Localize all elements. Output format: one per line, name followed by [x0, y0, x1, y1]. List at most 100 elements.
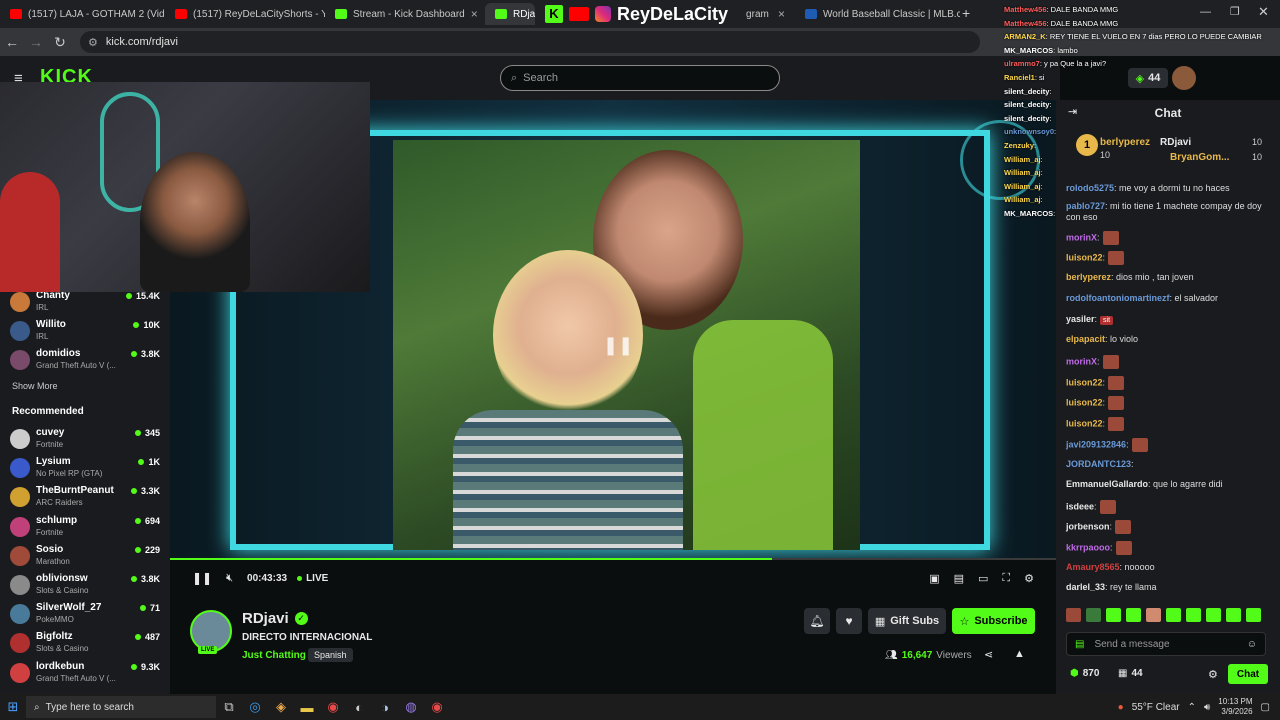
- chat-username[interactable]: morinX: [1066, 356, 1097, 366]
- chat-username[interactable]: berlyperez: [1066, 272, 1111, 282]
- chat-username[interactable]: darlel_33: [1066, 582, 1105, 592]
- emote-icon[interactable]: [1126, 608, 1141, 622]
- taskbar-search-input[interactable]: ⌕ Type here to search: [26, 696, 216, 718]
- collapse-chat-icon[interactable]: ⇥: [1068, 105, 1077, 118]
- emote-icon[interactable]: [1186, 608, 1201, 622]
- emote-icon[interactable]: [1226, 608, 1241, 622]
- edge-icon[interactable]: ◎: [242, 694, 268, 720]
- chat-username[interactable]: luison22: [1066, 252, 1103, 262]
- search-input[interactable]: ⌕ Search: [500, 65, 780, 91]
- windows-start-icon[interactable]: ⊞: [0, 694, 26, 720]
- browser-tab-active[interactable]: RDjavi: [485, 3, 535, 25]
- sidebar-channel[interactable]: Bigfoltz Slots & Casino 487: [10, 629, 160, 657]
- sidebar-channel[interactable]: schlump Fortnite 694: [10, 513, 160, 541]
- gift-count[interactable]: ▦ 44: [1118, 668, 1143, 679]
- file-explorer-icon[interactable]: ▬: [294, 694, 320, 720]
- chat-username[interactable]: Amaury8565: [1066, 562, 1120, 572]
- chat-username[interactable]: kkrrpaooo: [1066, 542, 1110, 552]
- streamer-name[interactable]: RDjavi: [242, 610, 289, 627]
- chat-username[interactable]: javi209132846: [1066, 439, 1126, 449]
- emote-icon[interactable]: [1166, 608, 1181, 622]
- sidebar-channel[interactable]: Willito IRL 10K: [10, 317, 160, 345]
- site-info-icon[interactable]: ⚙: [88, 36, 98, 49]
- chat-identity-icon[interactable]: ▤: [1075, 639, 1084, 650]
- notifications-button[interactable]: 🔔︎: [804, 608, 830, 634]
- show-more-link[interactable]: Show More: [12, 381, 58, 391]
- sidebar-channel[interactable]: SilverWolf_27 PokeMMO 71: [10, 600, 160, 628]
- chat-username[interactable]: isdeee: [1066, 501, 1094, 511]
- close-window-icon[interactable]: ✕: [1258, 4, 1269, 20]
- browser-tab[interactable]: Stream - Kick Dashboard ×: [325, 3, 485, 25]
- sidebar-channel[interactable]: Sosio Marathon 229: [10, 542, 160, 570]
- emote-icon[interactable]: [1206, 608, 1221, 622]
- sidebar-channel[interactable]: Lysium No Pixel RP (GTA) 1K: [10, 454, 160, 482]
- clip-icon[interactable]: ▤: [954, 572, 964, 585]
- chat-username[interactable]: morinX: [1066, 232, 1097, 242]
- browser-tab[interactable]: (1517) ReyDeLaCityShorts - You ×: [165, 3, 325, 25]
- chat-username[interactable]: pablo727: [1066, 201, 1105, 211]
- browser-tab[interactable]: K ReyDeLaCity gram ×: [535, 3, 795, 25]
- url-field[interactable]: ⚙ kick.com/rdjavi: [80, 31, 980, 53]
- notification-button[interactable]: ◈ 44: [1128, 68, 1168, 88]
- gifter-name[interactable]: BryanGom...: [1170, 152, 1229, 163]
- sidebar-channel[interactable]: oblivionsw Slots & Casino 3.8K: [10, 571, 160, 599]
- fullscreen-icon[interactable]: ⛶: [1002, 572, 1010, 585]
- volume-icon[interactable]: 🔊︎: [1204, 702, 1210, 713]
- chat-username[interactable]: elpapacit: [1066, 334, 1105, 344]
- chat-send-button[interactable]: Chat: [1228, 664, 1268, 684]
- discord-icon[interactable]: ◍: [398, 694, 424, 720]
- back-icon[interactable]: ←: [0, 30, 24, 54]
- emote-icon[interactable]: [1106, 608, 1121, 622]
- steam-icon[interactable]: ◑: [372, 694, 398, 720]
- chat-username[interactable]: luison22: [1066, 377, 1103, 387]
- browser-tab[interactable]: World Baseball Classic | MLB.co ×: [795, 3, 960, 25]
- browser-tab[interactable]: (1517) LAJA - GOTHAM 2 (Vide ×: [0, 3, 165, 25]
- chat-username[interactable]: luison22: [1066, 397, 1103, 407]
- obs-icon[interactable]: ◐: [346, 694, 372, 720]
- mute-icon[interactable]: 🔇︎: [226, 572, 233, 585]
- chrome-icon[interactable]: ◉: [424, 694, 450, 720]
- top-gifter-name[interactable]: berlyperez: [1100, 137, 1150, 148]
- chat-username[interactable]: jorbenson: [1066, 521, 1110, 531]
- chat-username[interactable]: luison22: [1066, 418, 1103, 428]
- emote-icon[interactable]: [1146, 608, 1161, 622]
- channel-points[interactable]: ⬢ 870: [1070, 668, 1099, 679]
- close-tab-icon[interactable]: ×: [778, 7, 785, 21]
- sidebar-channel[interactable]: TheBurntPeanut ARC Raiders 3.3K: [10, 483, 160, 511]
- report-icon[interactable]: ▲: [1014, 648, 1025, 660]
- category-link[interactable]: Just Chatting: [242, 650, 306, 661]
- close-tab-icon[interactable]: ×: [471, 7, 478, 21]
- tray-chevron-icon[interactable]: ⌃: [1188, 702, 1196, 713]
- emote-icon[interactable]: [1246, 608, 1261, 622]
- emote-icon[interactable]: [1066, 608, 1081, 622]
- chat-username[interactable]: EmmanuelGallardo: [1066, 479, 1148, 489]
- reload-icon[interactable]: ↻: [48, 30, 72, 54]
- weather-text[interactable]: 55°F Clear: [1132, 702, 1180, 713]
- minimize-icon[interactable]: —: [1200, 6, 1211, 18]
- chrome-icon[interactable]: ◉: [320, 694, 346, 720]
- task-view-icon[interactable]: ⧉: [216, 694, 242, 720]
- gift-subs-button[interactable]: ▦ Gift Subs: [868, 608, 946, 634]
- sidebar-channel[interactable]: domidios Grand Theft Auto V (... 3.8K: [10, 346, 160, 374]
- pause-overlay-icon[interactable]: ❚❚: [603, 335, 633, 356]
- emoji-icon[interactable]: ☺: [1247, 639, 1257, 650]
- pause-icon[interactable]: ❚❚: [192, 571, 212, 585]
- photos-icon[interactable]: ◈: [268, 694, 294, 720]
- sidebar-channel[interactable]: Chanty IRL 15.4K: [10, 288, 160, 316]
- gifter-name[interactable]: RDjavi: [1160, 137, 1191, 148]
- chat-settings-icon[interactable]: ⚙: [1208, 668, 1218, 681]
- clock[interactable]: 10:13 PM 3/9/2026: [1218, 697, 1252, 717]
- share-icon[interactable]: ⋖: [984, 648, 993, 661]
- emote-icon[interactable]: [1086, 608, 1101, 622]
- subscribe-button[interactable]: ☆ Subscribe: [952, 608, 1035, 634]
- sidebar-channel[interactable]: cuvey Fortnite 345: [10, 425, 160, 453]
- settings-icon[interactable]: ⚙: [1024, 572, 1034, 585]
- chat-username[interactable]: JORDANTC123: [1066, 459, 1131, 469]
- chat-input[interactable]: ▤ Send a message ☺: [1066, 632, 1266, 656]
- forward-icon[interactable]: →: [24, 30, 48, 54]
- chat-username[interactable]: rodolfoantoniomartinezf: [1066, 293, 1170, 303]
- pip-icon[interactable]: ▣: [929, 572, 939, 585]
- user-avatar[interactable]: [1172, 66, 1196, 90]
- live-indicator[interactable]: LIVE: [297, 573, 328, 584]
- sidebar-channel[interactable]: lordkebun Grand Theft Auto V (... 9.3K: [10, 659, 160, 687]
